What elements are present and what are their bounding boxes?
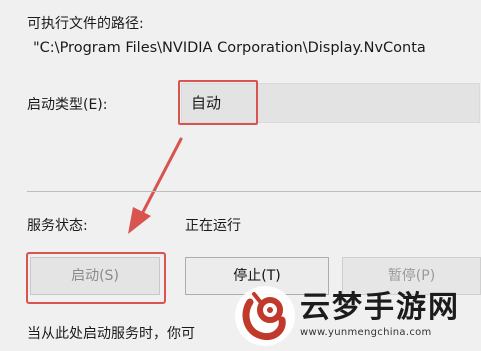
watermark-title: 云梦手游网: [300, 290, 460, 325]
watermark-logo-icon: [235, 285, 295, 346]
service-status-label: 服务状态:: [27, 218, 88, 234]
start-button-highlight: [26, 252, 166, 304]
watermark-url: www.yunmengchina.com: [300, 327, 432, 338]
divider: [27, 191, 481, 192]
start-note: 当从此处启动服务时，你可: [27, 326, 195, 342]
service-status-value: 正在运行: [185, 218, 241, 234]
watermark: 云梦手游网 www.yunmengchina.com: [232, 278, 481, 351]
